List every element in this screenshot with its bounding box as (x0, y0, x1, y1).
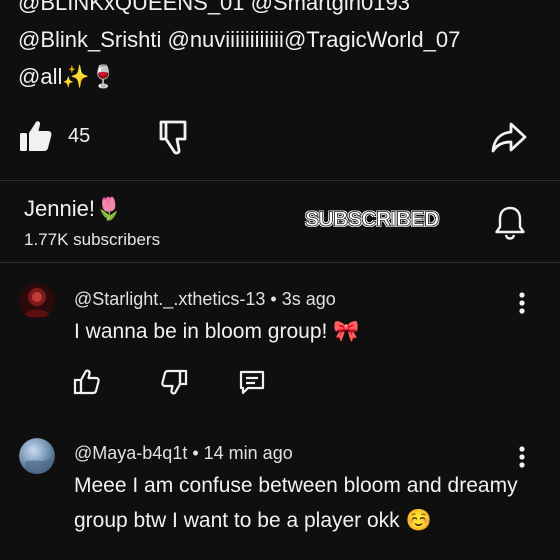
thumbs-down-icon (159, 120, 187, 155)
channel-name[interactable]: Jennie!🌷 (24, 196, 122, 222)
comment-text: Meee I am confuse between bloom and drea… (74, 474, 518, 532)
meta-separator: • (192, 443, 204, 463)
like-button[interactable] (18, 118, 54, 154)
post-line: @Blink_Srishti @nuviiiiiiiiiiii@TragicWo… (18, 27, 461, 52)
comment-meta: @Maya-b4q1t • 14 min ago (74, 443, 293, 464)
post-line: @BLINKxQUEENS_01 @Smartgirl0193 (18, 0, 410, 15)
avatar-image (19, 438, 55, 474)
dislike-button[interactable] (155, 118, 193, 156)
bell-icon (495, 206, 525, 240)
thumbs-up-icon (73, 369, 100, 395)
channel-subscriber-count: 1.77K subscribers (24, 230, 161, 249)
subscribed-button[interactable]: SUBSCRIBED (305, 208, 440, 232)
post-actions: 45 (0, 112, 560, 162)
more-vertical-icon (519, 446, 525, 468)
post-line: @all✨🍷 (18, 64, 118, 89)
notification-bell-button[interactable] (492, 204, 528, 240)
more-vertical-icon (519, 292, 525, 314)
comment-more-button[interactable] (514, 290, 530, 316)
like-count: 45 (68, 125, 91, 147)
comment-reply-button[interactable] (238, 368, 266, 396)
comment-author[interactable]: @Maya-b4q1t (74, 443, 187, 463)
share-arrow-icon (491, 122, 527, 153)
avatar[interactable] (19, 283, 55, 319)
avatar[interactable] (19, 438, 55, 474)
thumbs-down-icon (161, 369, 188, 395)
divider (0, 180, 560, 181)
share-button[interactable] (490, 118, 528, 156)
comment-dislike-button[interactable] (160, 368, 188, 396)
comment-time: 3s ago (281, 289, 336, 309)
post-description: @BLINKxQUEENS_01 @Smartgirl0193 @Blink_S… (18, 0, 548, 95)
comment-more-button[interactable] (514, 444, 530, 470)
comment-like-button[interactable] (73, 368, 101, 396)
comment-author[interactable]: @Starlight._.xthetics-13 (74, 289, 265, 309)
comment-text: I wanna be in bloom group! 🎀 (74, 320, 360, 343)
divider (0, 262, 560, 263)
comment-icon (239, 370, 265, 395)
thumbs-up-filled-icon (20, 121, 52, 151)
comment-meta: @Starlight._.xthetics-13 • 3s ago (74, 289, 336, 310)
comment-time: 14 min ago (203, 443, 293, 463)
meta-separator: • (270, 289, 282, 309)
avatar-image (19, 283, 55, 319)
